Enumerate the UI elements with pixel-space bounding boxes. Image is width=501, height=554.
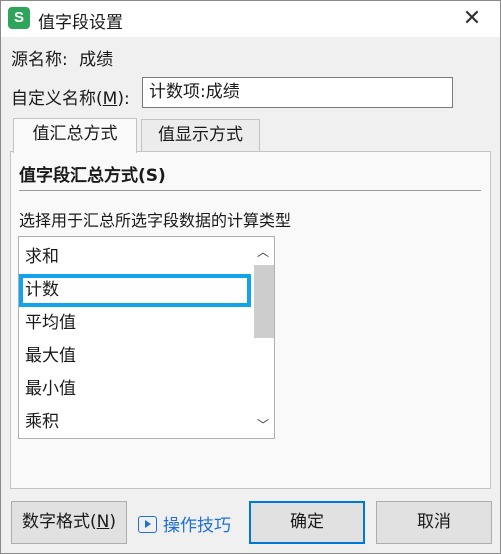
summary-section-title: 值字段汇总方式(S): [19, 166, 166, 186]
chevron-up-icon[interactable]: ︿: [252, 241, 274, 263]
custom-name-input[interactable]: 计数项:成绩: [142, 77, 453, 108]
number-format-button[interactable]: 数字格式(N): [11, 501, 127, 544]
list-item-max[interactable]: 最大值: [19, 340, 251, 373]
summary-function-listbox[interactable]: 求和 计数 平均值 最大值 最小值 乘积 ︿ ﹀: [18, 236, 275, 439]
summary-tab-panel: 值字段汇总方式(S) 选择用于汇总所选字段数据的计算类型 求和 计数 平均值 最…: [10, 151, 491, 489]
close-icon[interactable]: ✕: [458, 5, 486, 33]
scrollbar-thumb[interactable]: [254, 265, 274, 338]
summary-description: 选择用于汇总所选字段数据的计算类型: [19, 211, 292, 230]
list-item-sum[interactable]: 求和: [19, 241, 251, 274]
chevron-down-icon[interactable]: ﹀: [252, 414, 274, 436]
list-item-product[interactable]: 乘积: [19, 406, 251, 438]
ok-button[interactable]: 确定: [249, 501, 365, 544]
list-item-count[interactable]: 计数: [19, 274, 251, 307]
source-name-row: 源名称: 成绩: [11, 45, 113, 70]
list-item-average[interactable]: 平均值: [19, 307, 251, 340]
section-divider: [19, 190, 481, 191]
title-bar[interactable]: S 值字段设置 ✕: [1, 1, 500, 37]
operation-tips-link[interactable]: 操作技巧: [138, 511, 231, 536]
source-name-label: 源名称:: [11, 50, 68, 70]
list-scrollbar[interactable]: ︿ ﹀: [252, 237, 274, 438]
wps-spreadsheet-icon: S: [8, 7, 30, 29]
window-title: 值字段设置: [38, 13, 123, 33]
list-item-min[interactable]: 最小值: [19, 373, 251, 406]
value-field-settings-dialog: S 值字段设置 ✕ 源名称: 成绩 自定义名称(M): 计数项:成绩 值汇总方式…: [0, 0, 501, 554]
source-name-value: 成绩: [79, 50, 114, 70]
cancel-button[interactable]: 取消: [376, 501, 492, 544]
operation-tips-label: 操作技巧: [163, 516, 231, 536]
custom-name-label: 自定义名称(M):: [11, 89, 130, 109]
tab-summarize-values-by[interactable]: 值汇总方式: [13, 118, 137, 153]
tab-show-values-as[interactable]: 值显示方式: [141, 119, 260, 152]
play-video-icon: [138, 516, 157, 533]
